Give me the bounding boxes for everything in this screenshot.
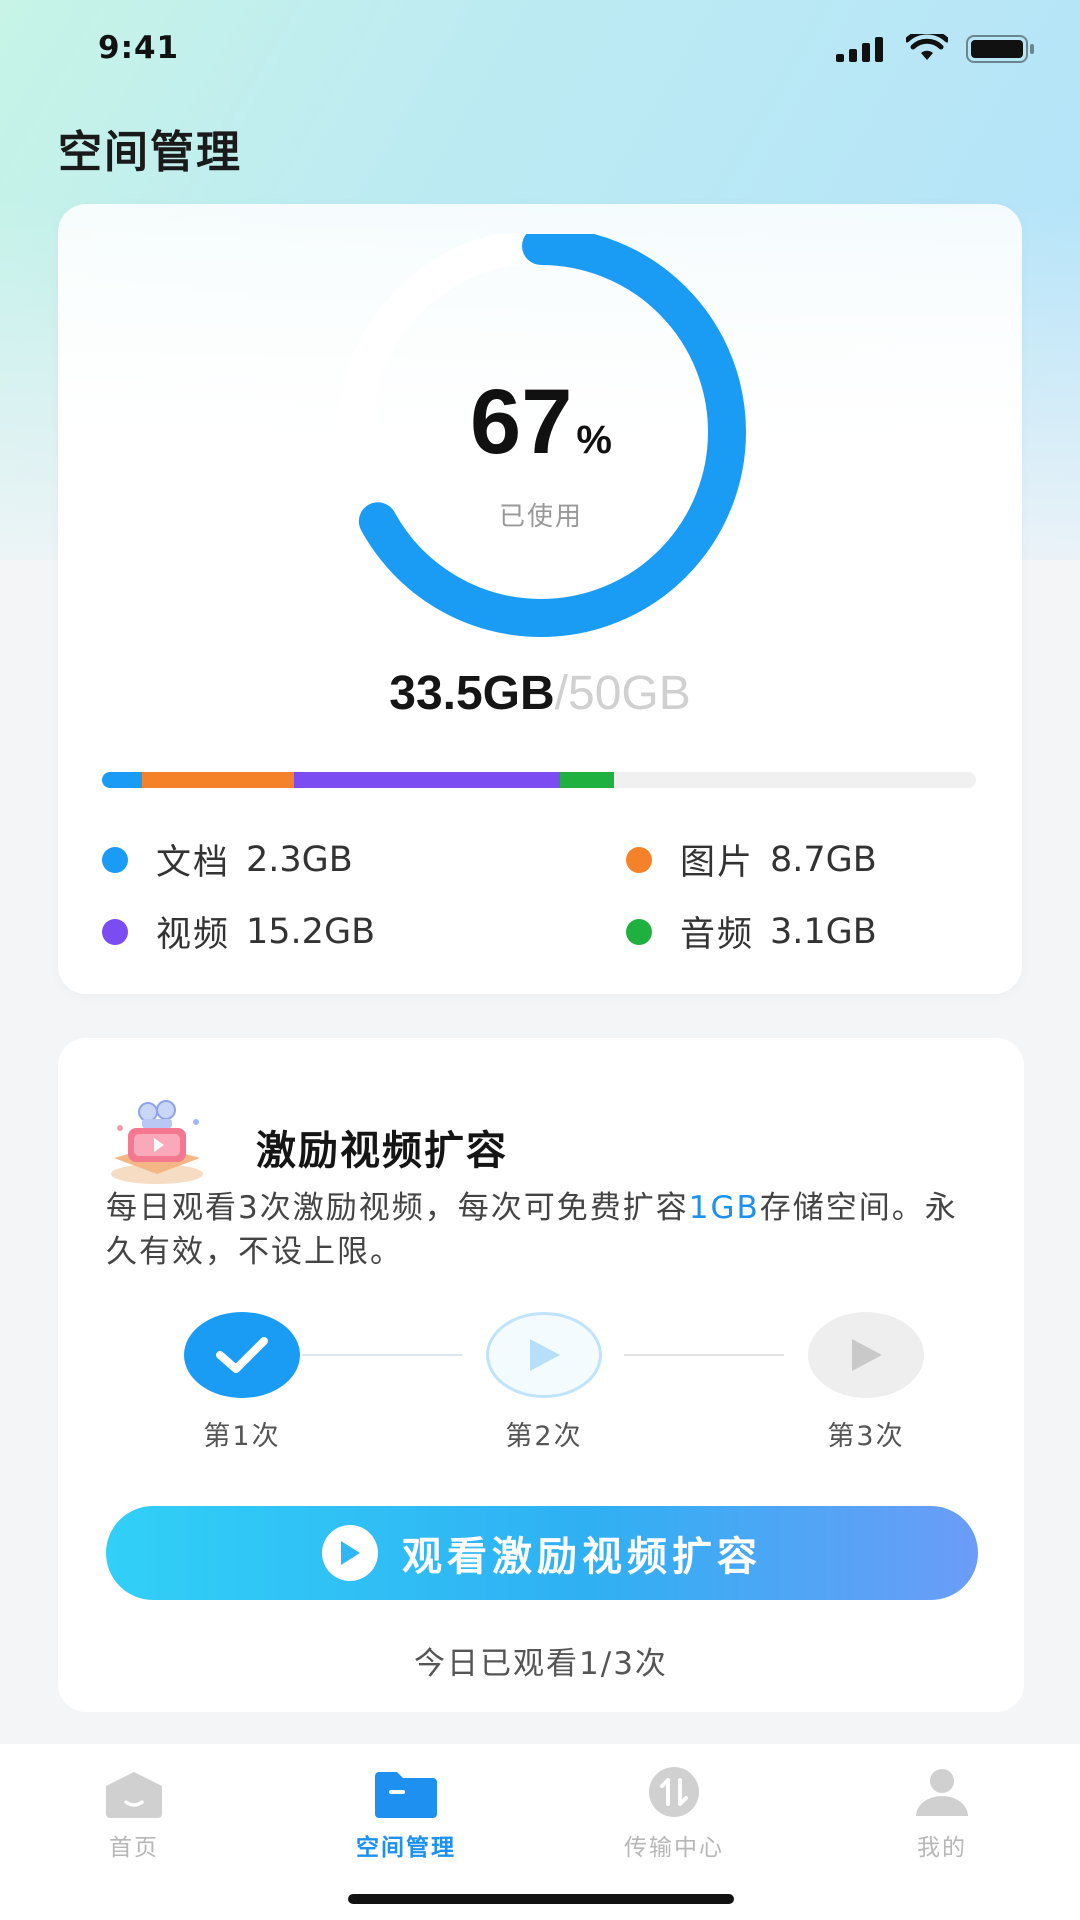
- tab-label: 我的: [917, 1835, 967, 1861]
- legend-item-audio: 音频 3.1GB: [626, 906, 877, 957]
- status-bar: 9:41: [0, 0, 1080, 100]
- step-2: 第2次: [464, 1312, 624, 1453]
- step-label: 第2次: [505, 1421, 583, 1452]
- legend-label: 音频: [680, 915, 755, 955]
- status-icons: [836, 34, 1036, 64]
- step-1: 第1次: [162, 1312, 322, 1453]
- legend-item-images: 图片 8.7GB: [626, 834, 877, 885]
- legend-size: 8.7GB: [770, 839, 877, 880]
- legend-dot: [102, 918, 128, 945]
- legend-size: 15.2GB: [246, 911, 376, 952]
- step-label: 第3次: [827, 1421, 905, 1452]
- step-connector: [302, 1354, 462, 1356]
- legend-item-documents: 文档 2.3GB: [102, 834, 353, 885]
- tab-home[interactable]: 首页: [34, 1762, 234, 1862]
- usage-summary: 33.5GB/50GB: [58, 666, 1022, 721]
- storage-segment: [294, 772, 560, 788]
- legend-dot: [102, 846, 128, 873]
- usage-caption: 已使用: [498, 502, 583, 532]
- legend-dot: [626, 918, 652, 945]
- usage-percent: 67%: [276, 370, 806, 475]
- legend-label: 文档: [156, 843, 231, 883]
- check-icon: [184, 1312, 300, 1398]
- storage-card: 67% 已使用 33.5GB/50GB 文档 2.3GB 图片 8.7GB 视频…: [58, 204, 1022, 994]
- play-icon: [486, 1312, 602, 1398]
- reward-description: 每日观看3次激励视频，每次可免费扩容1GB存储空间。永久有效，不设上限。: [106, 1186, 986, 1274]
- folder-icon: [375, 1772, 437, 1818]
- usage-percent-value: 67: [470, 371, 573, 473]
- status-time: 9:41: [98, 30, 180, 66]
- tab-space-management[interactable]: 空间管理: [306, 1762, 506, 1862]
- legend-label: 视频: [156, 915, 231, 955]
- step-connector: [624, 1354, 784, 1356]
- transfer-icon: [649, 1767, 699, 1817]
- legend-label: 图片: [680, 843, 755, 883]
- user-icon: [916, 1769, 968, 1816]
- watch-reward-video-button[interactable]: 观看激励视频扩容: [106, 1506, 978, 1600]
- tab-transfer-center[interactable]: 传输中心: [574, 1762, 774, 1862]
- total-size: /50GB: [554, 667, 691, 720]
- watch-button-label: 观看激励视频扩容: [402, 1534, 762, 1580]
- reward-title: 激励视频扩容: [256, 1128, 508, 1174]
- legend-size: 2.3GB: [246, 839, 353, 880]
- tab-label: 传输中心: [624, 1835, 724, 1861]
- home-indicator: [348, 1894, 734, 1904]
- legend-dot: [626, 846, 652, 873]
- usage-percent-unit: %: [576, 418, 612, 462]
- page-title: 空间管理: [58, 127, 242, 178]
- video-gift-icon: [111, 1100, 203, 1184]
- storage-segment: [102, 772, 143, 788]
- wifi-icon: [906, 34, 948, 60]
- tab-label: 空间管理: [356, 1835, 456, 1861]
- signal-icon: [836, 37, 883, 62]
- battery-icon: [966, 35, 1034, 63]
- used-size: 33.5GB: [389, 667, 555, 720]
- legend-size: 3.1GB: [770, 911, 877, 952]
- reward-desc-text: 每日观看3次激励视频，每次可免费扩容: [106, 1190, 689, 1226]
- home-icon: [106, 1772, 162, 1818]
- reward-card: 激励视频扩容 每日观看3次激励视频，每次可免费扩容1GB存储空间。永久有效，不设…: [58, 1038, 1024, 1712]
- bottom-tab-bar: 首页 空间管理 传输中心 我的: [0, 1744, 1080, 1920]
- tab-mine[interactable]: 我的: [842, 1762, 1042, 1862]
- watched-count: 今日已观看1/3次: [414, 1646, 668, 1682]
- play-icon: [808, 1312, 924, 1398]
- step-3: 第3次: [786, 1312, 946, 1453]
- storage-segment: [142, 772, 295, 788]
- tab-label: 首页: [109, 1835, 159, 1861]
- storage-breakdown-bar: [102, 772, 976, 788]
- reward-desc-highlight: 1GB: [688, 1190, 760, 1226]
- legend-item-videos: 视频 15.2GB: [102, 906, 375, 957]
- storage-segment: [559, 772, 615, 788]
- reward-steps: 第1次 第2次 第3次: [58, 1312, 1024, 1462]
- play-icon: [322, 1525, 378, 1581]
- usage-ring: 67% 已使用: [276, 230, 806, 650]
- step-label: 第1次: [203, 1421, 281, 1452]
